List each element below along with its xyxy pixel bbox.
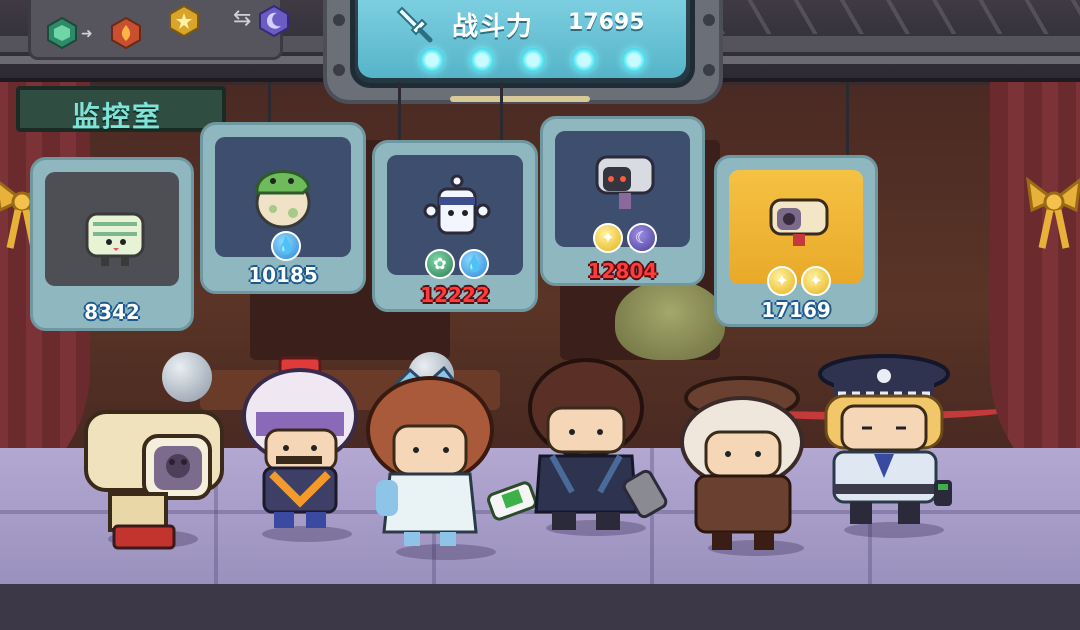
enemy-power: 12804 (587, 259, 658, 283)
enemy-power: 12222 (420, 283, 490, 307)
nature-hex-icon (47, 16, 77, 50)
beige-security-camera-icon (769, 198, 829, 246)
enemy-card[interactable]: ✿ 💧 12222 (372, 140, 538, 312)
star-element-icon: ✦ (801, 266, 831, 296)
nature-element-icon: ✿ (425, 249, 455, 279)
star-element-icon: ✦ (767, 266, 797, 296)
element-counter-panel[interactable]: ➜ ⇆ (28, 0, 289, 60)
purple-helmet-worker[interactable] (238, 356, 362, 534)
police-officer[interactable] (812, 354, 962, 530)
enemy-power: 17169 (761, 298, 831, 322)
crystal-ball (162, 352, 212, 402)
right-curtain (990, 80, 1080, 510)
water-element-icon: 💧 (271, 231, 301, 261)
tissue-box-monster-icon (85, 212, 145, 266)
enemy-card[interactable]: 8342 (30, 157, 194, 331)
power-value: 17695 (568, 10, 645, 35)
sword-icon (396, 6, 433, 43)
white-ghost-bot-icon (423, 174, 491, 235)
dark-security-camera-icon (595, 155, 655, 209)
water-element-icon: 💧 (459, 249, 489, 279)
moon-hex-icon (259, 4, 289, 38)
enemy-card[interactable]: 💧 10185 (200, 122, 366, 294)
star-hex-icon (169, 4, 199, 38)
star-element-icon: ✦ (593, 223, 623, 253)
slot-indicator (420, 48, 444, 72)
slot-indicator (470, 48, 494, 72)
curtain-bow-icon (1026, 176, 1080, 249)
detective-girl[interactable] (672, 372, 814, 556)
enemy-card[interactable]: ✦ ☾ 12804 (540, 116, 705, 286)
enemy-power: 10185 (248, 263, 318, 287)
slot-indicator (521, 48, 545, 72)
power-label: 战斗力 (452, 12, 534, 42)
slot-indicator (572, 48, 596, 72)
dark-hair-boy-with-bottle[interactable] (512, 352, 672, 536)
enemy-card[interactable]: ✦ ✦ 17169 (714, 155, 878, 327)
room-name: 监控室 (72, 100, 163, 133)
slot-indicator (622, 48, 646, 72)
game-scene: ➜ ⇆ 战斗力 17695 监控室 8342 💧 10185 ✿ 💧 12222… (0, 0, 1080, 630)
enemy-power: 8342 (84, 300, 140, 324)
green-dino-egg-icon (255, 170, 311, 229)
exhibit-vase (615, 280, 725, 360)
room-name-sign: 监控室 (16, 86, 226, 133)
fire-hex-icon (111, 16, 141, 50)
swap-arrows-icon: ⇆ (233, 6, 252, 31)
moon-element-icon: ☾ (627, 223, 657, 253)
security-camera-robot[interactable] (80, 402, 230, 554)
